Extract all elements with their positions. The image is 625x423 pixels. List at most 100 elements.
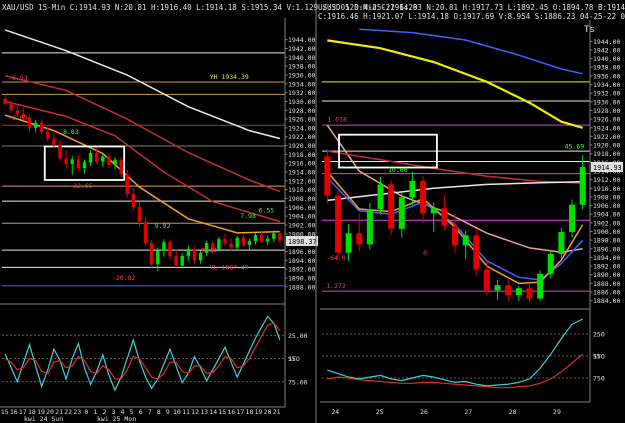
time-tick-label: 23 xyxy=(73,408,81,416)
candle-body[interactable] xyxy=(101,156,105,162)
candle-body[interactable] xyxy=(88,153,93,163)
candle-body[interactable] xyxy=(168,242,172,257)
price-tick-label: 1918.00 xyxy=(593,150,620,158)
candle-body[interactable] xyxy=(131,194,136,207)
candle-body[interactable] xyxy=(143,221,148,244)
candle-body[interactable] xyxy=(58,144,62,159)
time-tick-label: 9 xyxy=(166,408,170,416)
time-tick-label: 20 xyxy=(264,408,272,416)
price-tick-label: 1912.00 xyxy=(593,176,620,184)
price-tick-label: 1908.00 xyxy=(593,193,620,201)
price-tick-label: 1936.00 xyxy=(593,72,620,80)
candle-body[interactable] xyxy=(272,233,276,239)
candle-body[interactable] xyxy=(70,159,74,165)
price-tick-label: 1938.00 xyxy=(288,63,315,71)
candle-body[interactable] xyxy=(526,288,533,299)
candle-body[interactable] xyxy=(366,209,373,245)
candle-body[interactable] xyxy=(186,248,191,256)
candle-body[interactable] xyxy=(247,240,252,245)
chart-annotation: YH 1934.39 xyxy=(210,73,249,81)
chart-annotation: 8.03 xyxy=(63,128,79,136)
candle-body[interactable] xyxy=(125,174,129,195)
price-tick-label: 1892.00 xyxy=(593,263,620,271)
candle-body[interactable] xyxy=(409,180,416,198)
candle-body[interactable] xyxy=(137,206,142,222)
right-header-secondary: C:1916.46 H:1921.07 L:1914.18 O:1917.69 … xyxy=(318,12,625,21)
candle-body[interactable] xyxy=(149,243,154,265)
price-tick-label: 1906.00 xyxy=(593,202,620,210)
price-tick-label: 1886.00 xyxy=(593,289,620,297)
chart-annotation: 45.69 xyxy=(565,143,585,151)
candle-body[interactable] xyxy=(64,158,68,165)
candle-body[interactable] xyxy=(345,233,352,253)
candle-body[interactable] xyxy=(52,138,56,145)
candle-body[interactable] xyxy=(253,235,258,241)
candle-body[interactable] xyxy=(217,239,221,250)
candle-body[interactable] xyxy=(162,242,166,251)
candle-body[interactable] xyxy=(569,204,576,232)
candle-body[interactable] xyxy=(107,156,111,165)
price-tick-label: 1900.00 xyxy=(593,228,620,236)
candle-body[interactable] xyxy=(377,184,384,210)
candle-body[interactable] xyxy=(9,103,13,111)
candle-body[interactable] xyxy=(229,243,233,248)
candle-body[interactable] xyxy=(180,255,184,266)
left-last-price-marker: 1898.37 xyxy=(286,236,318,247)
candle-body[interactable] xyxy=(356,233,363,245)
candle-body[interactable] xyxy=(452,225,458,246)
candle-body[interactable] xyxy=(537,273,544,299)
candle-body[interactable] xyxy=(235,237,239,248)
candle-body[interactable] xyxy=(547,253,554,274)
candle-body[interactable] xyxy=(324,156,331,196)
candle-body[interactable] xyxy=(33,122,38,128)
candle-body[interactable] xyxy=(94,153,99,162)
candle-body[interactable] xyxy=(334,195,341,253)
candle-body[interactable] xyxy=(278,233,282,241)
candle-body[interactable] xyxy=(462,235,469,246)
candle-body[interactable] xyxy=(119,159,123,175)
candle-body[interactable] xyxy=(223,239,227,244)
candle-body[interactable] xyxy=(430,208,437,214)
price-tick-label: 1912.00 xyxy=(288,177,315,185)
candle-body[interactable] xyxy=(420,180,427,214)
candle-body[interactable] xyxy=(27,117,32,128)
time-tick-label: 15 xyxy=(218,408,226,416)
oscillator-tick-label: 25.00 xyxy=(288,332,308,340)
candle-body[interactable] xyxy=(494,285,501,291)
price-tick-label: 1934.00 xyxy=(288,80,315,88)
price-tick-label: 1930.00 xyxy=(593,98,620,106)
candle-body[interactable] xyxy=(241,237,245,245)
candle-body[interactable] xyxy=(483,269,490,291)
candle-body[interactable] xyxy=(174,256,178,266)
candle-body[interactable] xyxy=(192,248,197,261)
candle-body[interactable] xyxy=(76,159,81,169)
price-tick-label: 1920.00 xyxy=(288,142,315,150)
candle-body[interactable] xyxy=(156,250,160,265)
time-tick-label: 6 xyxy=(139,408,143,416)
time-tick-label: 16 xyxy=(10,408,18,416)
price-tick-label: 1924.00 xyxy=(288,124,315,132)
candle-body[interactable] xyxy=(3,98,7,104)
time-tick-label: 16 xyxy=(227,408,235,416)
candle-body[interactable] xyxy=(113,159,117,165)
time-tick-label: 17 xyxy=(236,408,244,416)
time-tick-label: 7 xyxy=(148,408,152,416)
candle-body[interactable] xyxy=(558,231,565,254)
time-tick-label: 0 xyxy=(84,408,88,416)
candle-body[interactable] xyxy=(473,235,480,270)
candle-body[interactable] xyxy=(46,131,50,139)
candle-body[interactable] xyxy=(515,288,522,296)
candle-body[interactable] xyxy=(266,238,270,242)
candle-body[interactable] xyxy=(398,197,405,229)
time-tick-label: 22 xyxy=(64,408,72,416)
candle-body[interactable] xyxy=(579,167,586,205)
candle-body[interactable] xyxy=(505,285,512,296)
chart-annotation: 9.92 xyxy=(155,222,171,230)
time-tick-label: 25 xyxy=(376,408,384,416)
candle-body[interactable] xyxy=(388,184,395,229)
candle-body[interactable] xyxy=(441,208,448,226)
price-tick-label: 1928.00 xyxy=(593,107,620,115)
candle-body[interactable] xyxy=(40,122,44,132)
candle-body[interactable] xyxy=(259,235,264,242)
candle-body[interactable] xyxy=(82,162,87,169)
